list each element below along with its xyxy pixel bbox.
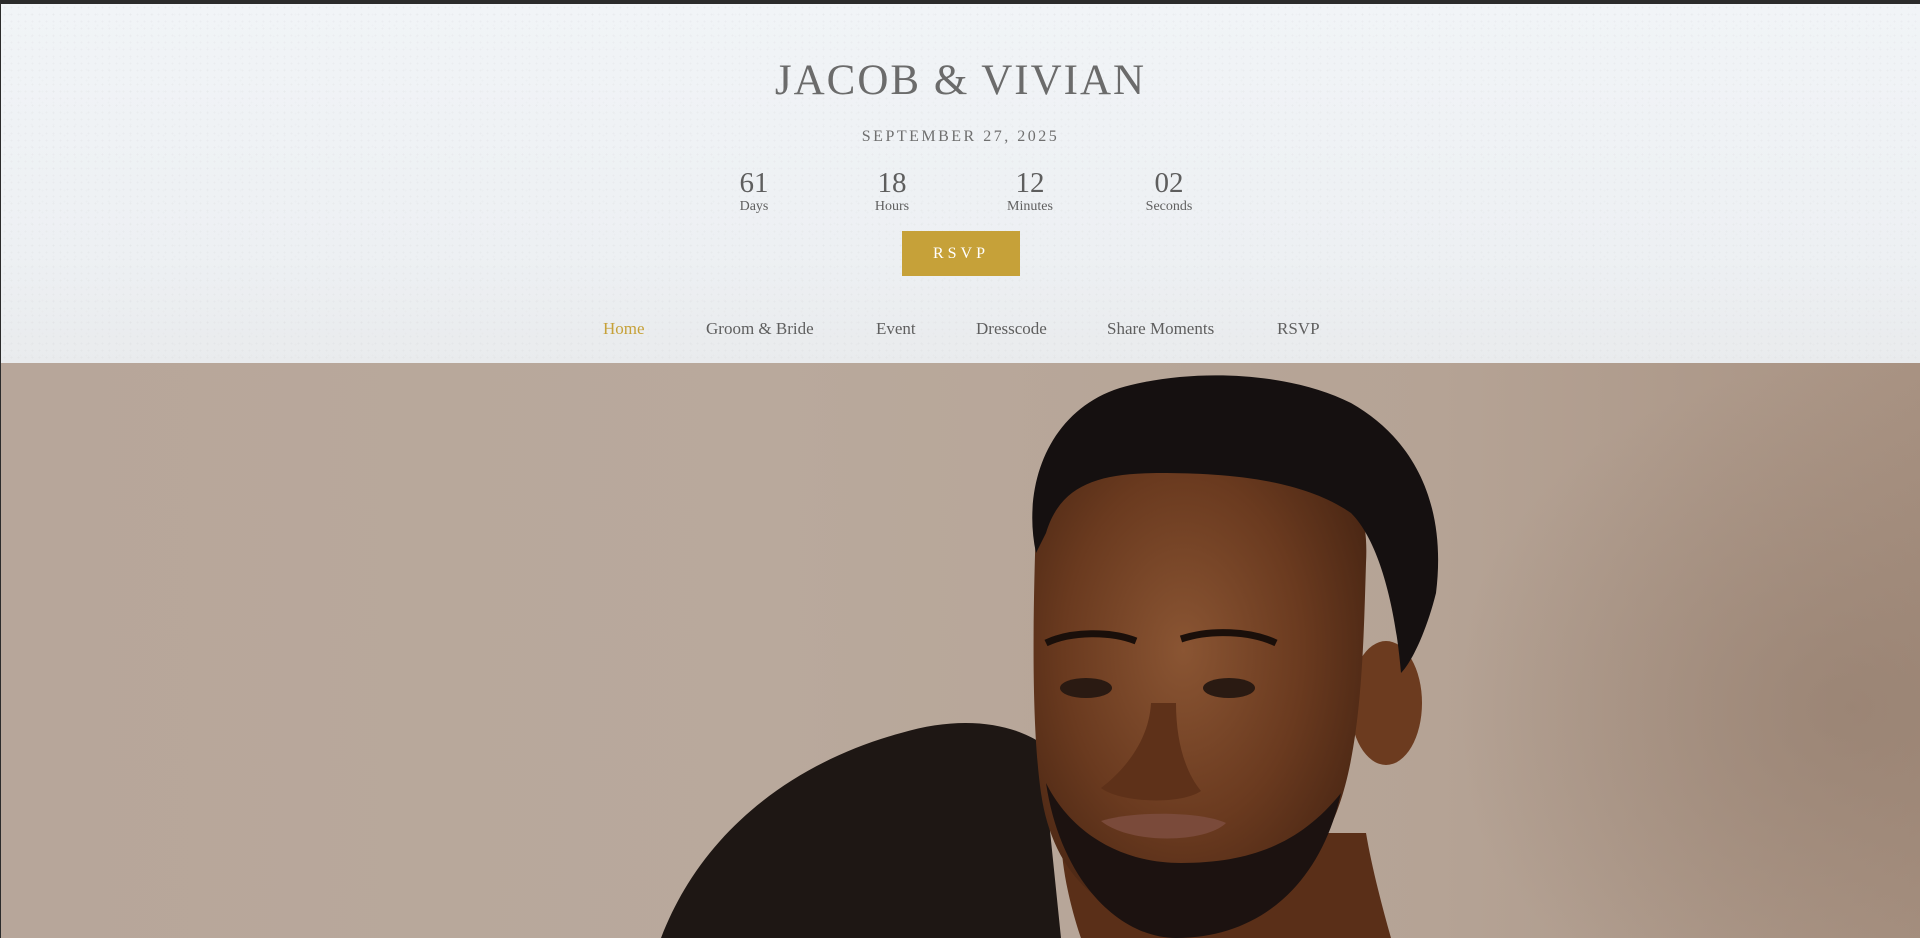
countdown-hours-label: Hours	[874, 199, 910, 214]
wedding-date: SEPTEMBER 27, 2025	[861, 128, 1060, 145]
hero-photo	[1, 363, 1920, 938]
nav-event[interactable]: Event	[876, 319, 916, 339]
countdown-days-label: Days	[739, 199, 769, 214]
hair-shape	[661, 722, 1061, 938]
countdown-hours: 18 Hours	[852, 167, 932, 215]
main-nav: Home Groom & Bride Event Dresscode Share…	[1, 319, 1920, 349]
countdown-minutes-label: Minutes	[1007, 199, 1053, 214]
left-eye-shape	[1060, 678, 1112, 698]
countdown-seconds-value: 02	[1154, 167, 1184, 199]
countdown-timer: 61 Days 18 Hours 12 Minutes 02 Seconds	[1, 167, 1920, 217]
nav-dresscode[interactable]: Dresscode	[976, 319, 1047, 339]
countdown-hours-value: 18	[877, 167, 907, 199]
countdown-seconds-label: Seconds	[1145, 199, 1193, 214]
countdown-minutes: 12 Minutes	[990, 167, 1070, 215]
nav-home[interactable]: Home	[603, 319, 645, 339]
nav-rsvp[interactable]: RSVP	[1277, 319, 1320, 339]
couple-portrait-illustration	[661, 363, 1920, 938]
rsvp-button[interactable]: RSVP	[902, 231, 1020, 276]
right-eye-shape	[1203, 678, 1255, 698]
couple-title: JACOB & VIVIAN	[774, 57, 1147, 104]
countdown-days-value: 61	[739, 167, 769, 199]
site-header: JACOB & VIVIAN SEPTEMBER 27, 2025 61 Day…	[1, 4, 1920, 363]
nav-share-moments[interactable]: Share Moments	[1107, 319, 1214, 339]
countdown-seconds: 02 Seconds	[1129, 167, 1209, 215]
page-frame: JACOB & VIVIAN SEPTEMBER 27, 2025 61 Day…	[1, 4, 1920, 938]
countdown-minutes-value: 12	[1015, 167, 1045, 199]
nav-groom-bride[interactable]: Groom & Bride	[706, 319, 814, 339]
countdown-days: 61 Days	[714, 167, 794, 215]
